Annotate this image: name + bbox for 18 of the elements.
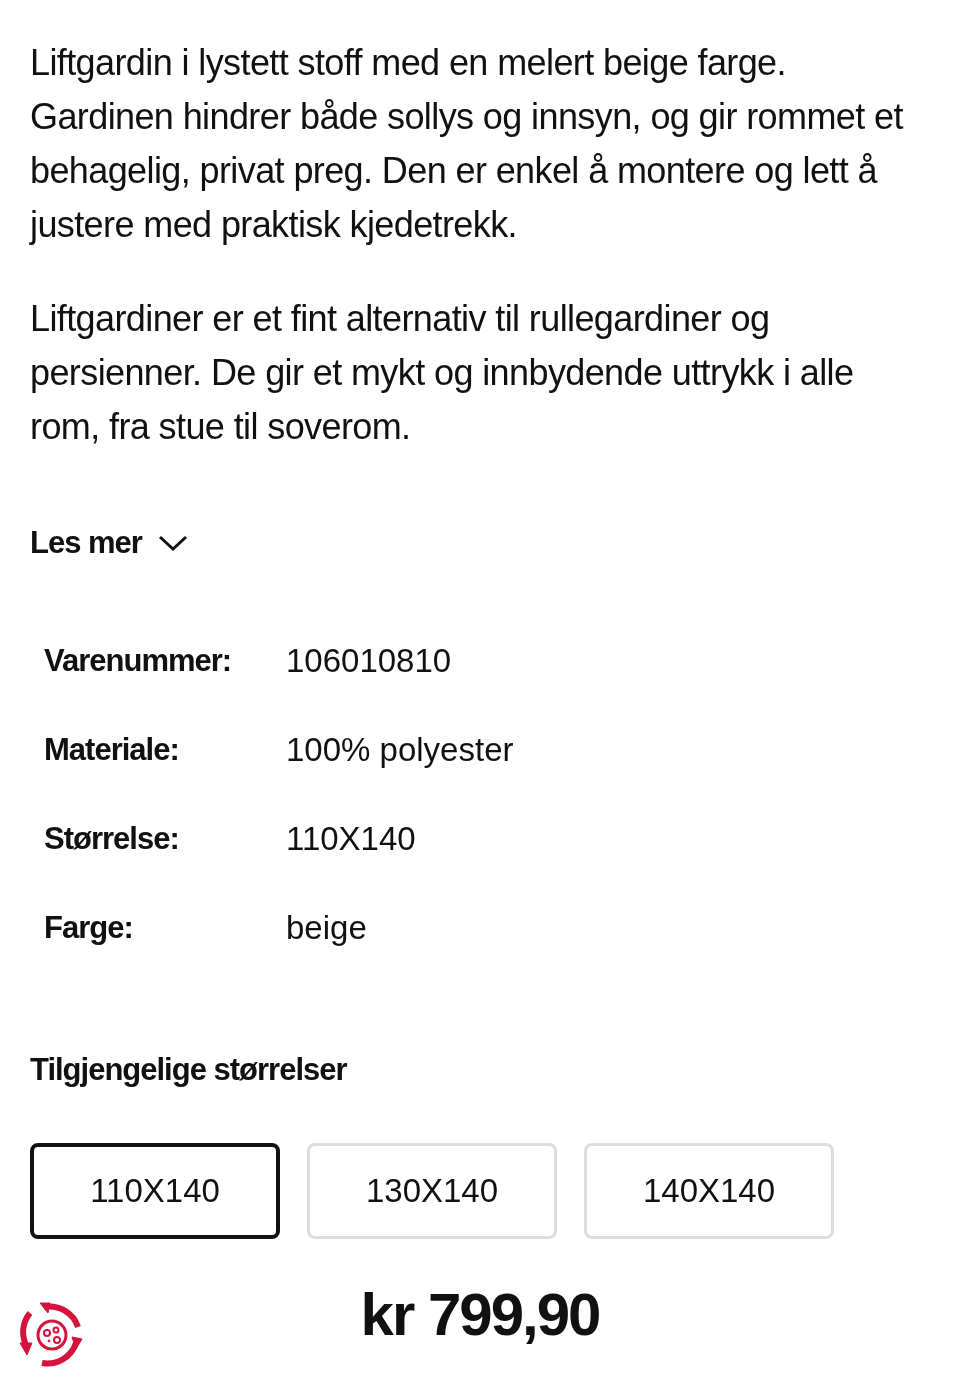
spec-label: Farge: bbox=[44, 908, 134, 947]
size-option[interactable]: 130X140 bbox=[307, 1143, 557, 1239]
recycle-icon bbox=[18, 1301, 86, 1369]
chevron-icon bbox=[157, 534, 188, 553]
description-paragraph: Liftgardin i lystett stoff med en melert beige farge. Gardinen hindrer både sollys og innsyn, og gir rommet et behagelig, privat preg. Den er enkel å montere og lett å justere med praktisk kjedetrekk. bbox=[30, 41, 905, 247]
spec-value: 106010810 bbox=[286, 641, 452, 682]
read-more-toggle[interactable]: Les mer bbox=[30, 520, 188, 567]
price: kr 799,90 bbox=[360, 1280, 600, 1345]
spec-value: 100% polyester bbox=[286, 730, 514, 771]
description-paragraph: Liftgardiner er et fint alternativ til rullegardiner og persienner. De gir et mykt og innbydende uttrykk i alle rom, fra stue til soverom. bbox=[30, 297, 855, 449]
spec-label: Størrelse: bbox=[44, 819, 180, 858]
size-option[interactable]: 140X140 bbox=[584, 1143, 834, 1239]
spec-label: Materiale: bbox=[44, 730, 180, 769]
spec-label: Varenummer: bbox=[44, 641, 233, 680]
section-heading: Tilgjengelige størrelser bbox=[30, 1050, 348, 1089]
size-option[interactable]: 110X140 bbox=[30, 1143, 280, 1239]
spec-value: beige bbox=[286, 908, 367, 949]
spec-value: 110X140 bbox=[286, 819, 416, 860]
